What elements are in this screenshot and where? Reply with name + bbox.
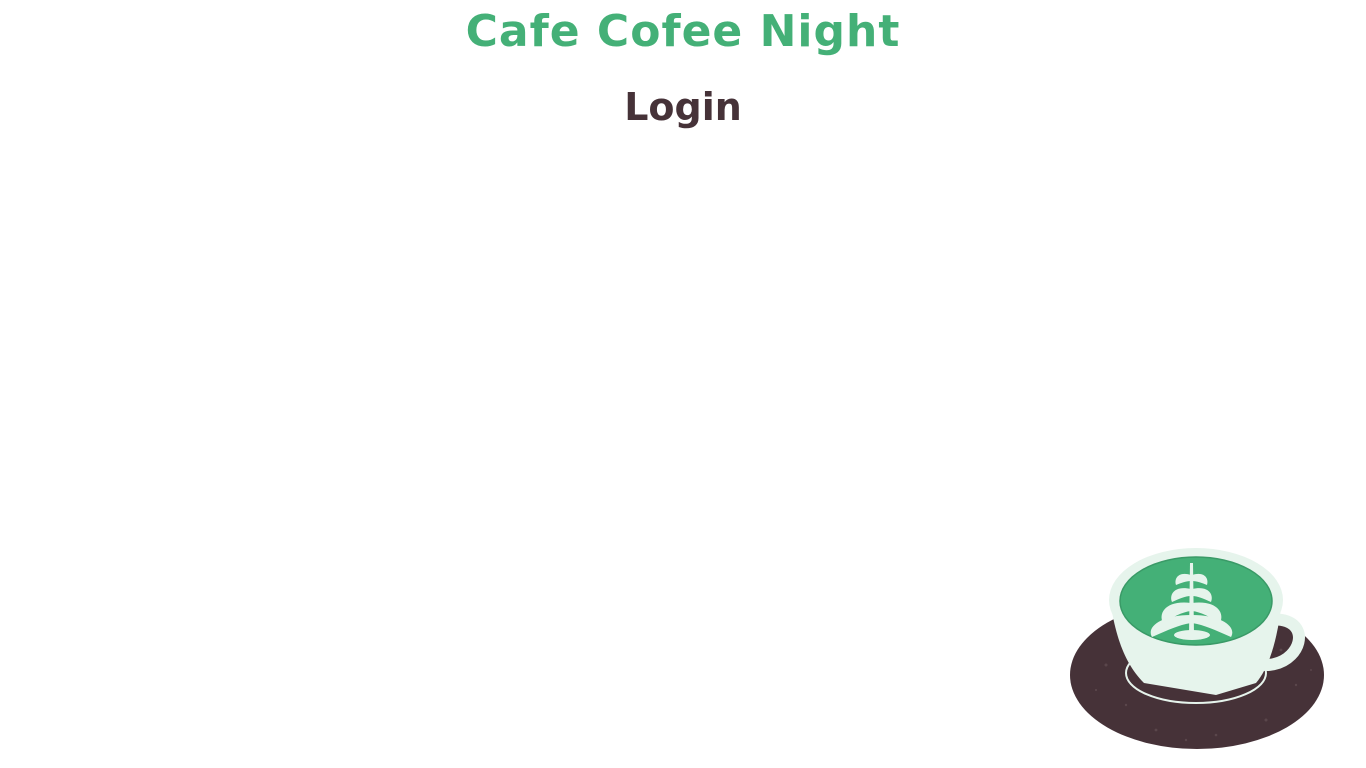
app-title: Cafe Cofee Night bbox=[465, 6, 901, 57]
page-title: Login bbox=[624, 85, 742, 129]
coffee-cup-illustration-icon bbox=[1066, 545, 1328, 753]
login-page: Cafe Cofee Night Login bbox=[0, 0, 1366, 768]
